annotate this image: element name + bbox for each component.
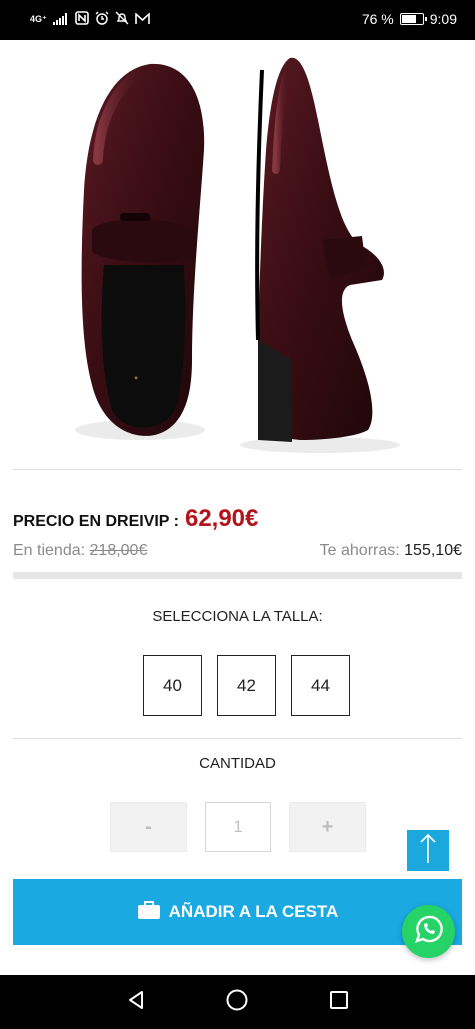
size-option-40[interactable]: 40 <box>143 655 202 716</box>
system-nav-bar <box>0 975 475 1029</box>
arrow-up-icon <box>418 832 438 869</box>
divider <box>13 738 462 739</box>
quantity-stepper: - 1 + <box>110 802 366 852</box>
add-to-cart-label: AÑADIR A LA CESTA <box>168 902 339 921</box>
status-icons-left: 4G⁺ <box>30 11 150 28</box>
quantity-title: CANTIDAD <box>199 755 276 772</box>
recents-icon <box>328 989 350 1016</box>
recents-button[interactable] <box>319 982 359 1022</box>
scroll-top-button[interactable] <box>407 830 449 871</box>
status-icons-right: 76 % 9:09 <box>362 11 457 27</box>
mute-icon <box>115 11 129 28</box>
product-image: ● <box>0 40 475 460</box>
svg-text:●: ● <box>133 376 140 380</box>
home-button[interactable] <box>217 982 257 1022</box>
price-value: 62,90€ <box>184 505 259 532</box>
gmail-icon <box>134 11 150 28</box>
back-icon <box>125 989 147 1016</box>
alarm-icon <box>95 11 109 28</box>
savings-label: Te ahorras: <box>319 542 400 559</box>
section-separator <box>13 572 462 579</box>
quantity-decrease-button[interactable]: - <box>110 802 187 852</box>
clock: 9:09 <box>429 11 457 27</box>
briefcase-icon <box>137 900 161 925</box>
store-label: En tienda: <box>13 542 86 559</box>
home-icon <box>225 988 249 1017</box>
status-bar: 4G⁺ 76 % 9:09 <box>0 0 475 40</box>
quantity-input[interactable]: 1 <box>205 802 271 852</box>
whatsapp-button[interactable] <box>402 905 455 958</box>
savings-value: 155,10€ <box>404 542 462 559</box>
size-option-42[interactable]: 42 <box>217 655 276 716</box>
store-price: 218,00€ <box>89 542 148 559</box>
price-label: PRECIO EN DREIVIP : <box>13 513 179 530</box>
battery-icon <box>399 13 427 25</box>
size-option-44[interactable]: 44 <box>291 655 350 716</box>
savings-line: Te ahorras: 155,10€ <box>320 542 462 560</box>
size-options: 40 42 44 <box>143 655 350 716</box>
right-shoe <box>240 57 400 453</box>
back-button[interactable] <box>116 982 156 1022</box>
network-label: 4G⁺ <box>30 14 47 24</box>
size-title: SELECCIONA LA TALLA: <box>152 608 323 625</box>
quantity-increase-button[interactable]: + <box>289 802 366 852</box>
whatsapp-icon <box>413 913 445 950</box>
left-shoe: ● <box>75 63 205 440</box>
battery-percent: 76 % <box>361 11 394 27</box>
signal-icon <box>52 12 69 28</box>
price-line: PRECIO EN DREIVIP : 62,90€ <box>13 505 258 533</box>
add-to-cart-button[interactable]: AÑADIR A LA CESTA <box>13 879 462 945</box>
store-price-line: En tienda: 218,00€ <box>13 542 147 560</box>
divider <box>13 469 462 470</box>
nfc-icon <box>74 11 89 28</box>
